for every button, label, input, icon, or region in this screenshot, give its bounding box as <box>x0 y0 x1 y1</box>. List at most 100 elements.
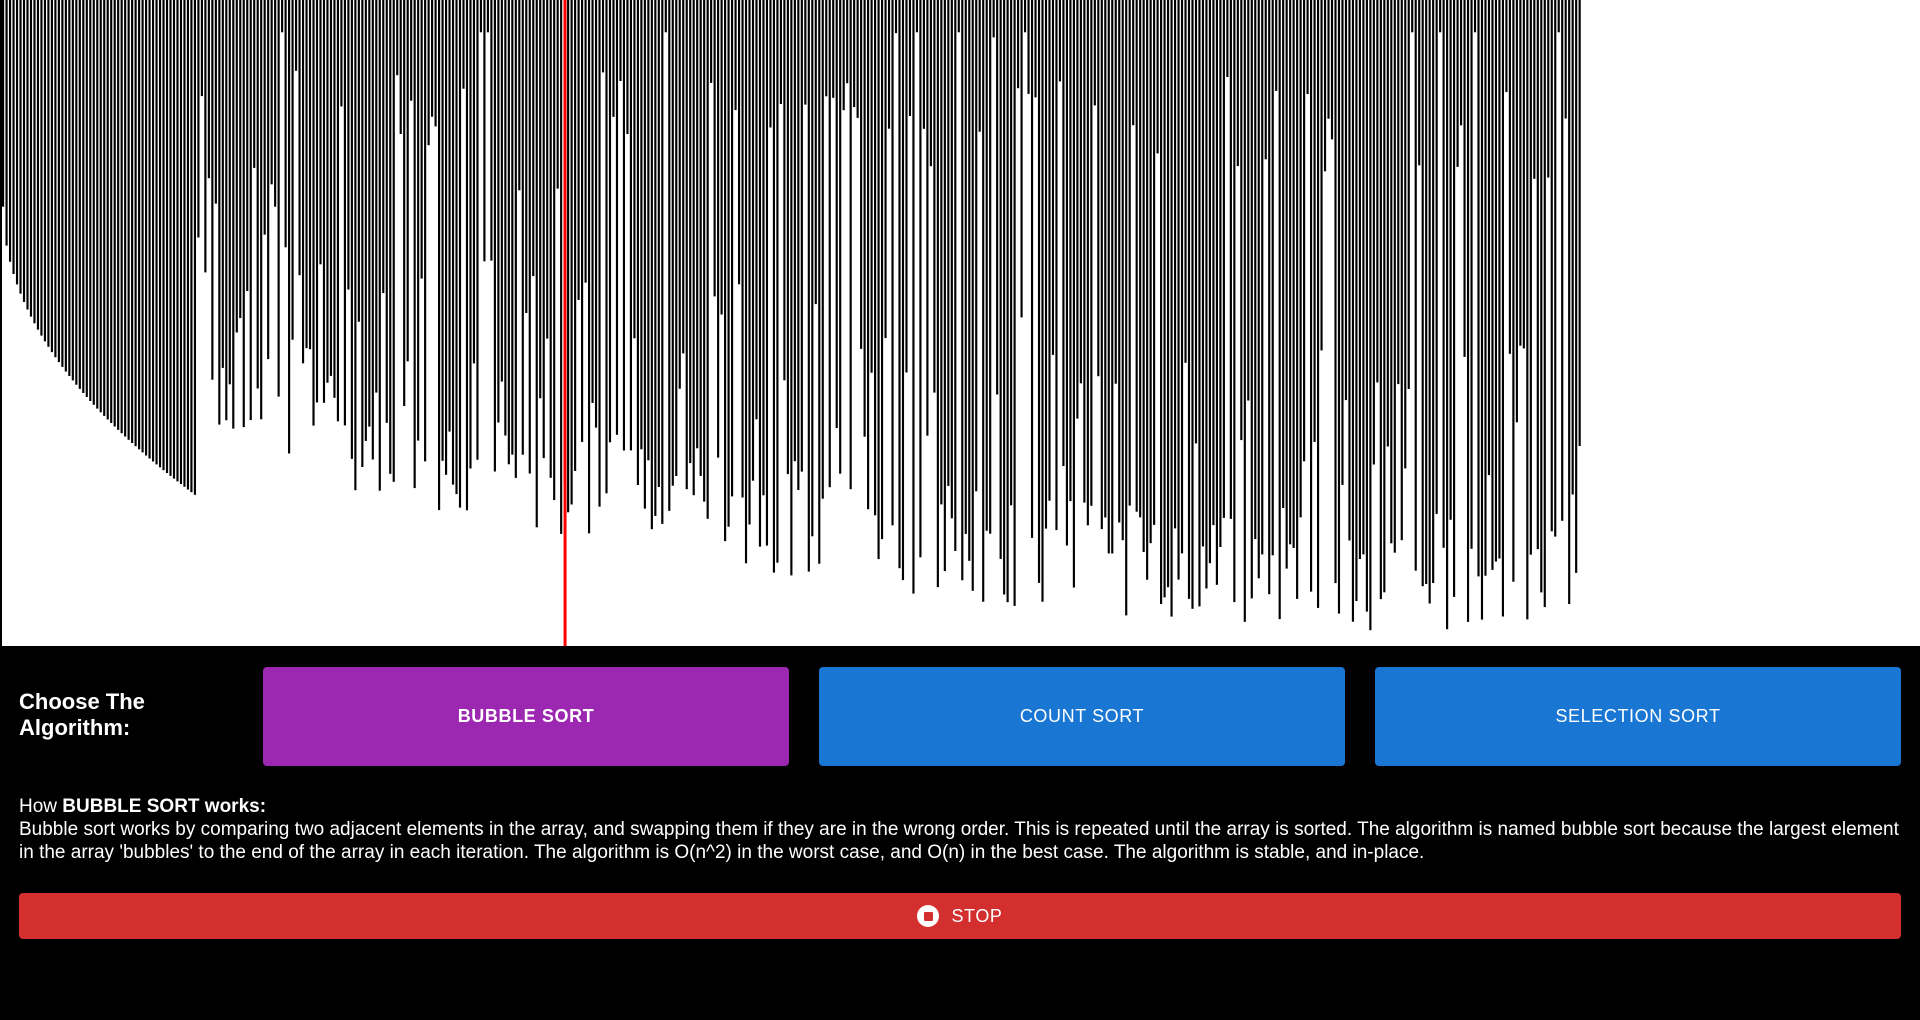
stop-button[interactable]: STOP <box>19 893 1901 939</box>
array-bar <box>741 0 744 498</box>
array-bar <box>424 0 427 462</box>
array-bar <box>1020 0 1023 318</box>
array-bar <box>469 0 472 469</box>
array-bar <box>601 0 605 73</box>
array-bar <box>1044 0 1048 529</box>
array-bar <box>225 0 228 421</box>
array-bar <box>779 0 782 104</box>
array-bar <box>699 0 702 476</box>
array-bar <box>1187 0 1191 599</box>
bubble-sort-button[interactable]: BUBBLE SORT <box>263 667 789 766</box>
array-bar <box>476 0 479 460</box>
array-bar <box>964 0 967 534</box>
array-bar <box>1139 0 1142 518</box>
array-bar <box>553 0 556 501</box>
array-bar <box>427 0 430 146</box>
array-bar <box>539 0 542 399</box>
selection-sort-button[interactable]: SELECTION SORT <box>1375 667 1901 766</box>
array-bar <box>671 0 674 486</box>
array-bar <box>744 0 748 564</box>
array-bar <box>1362 0 1365 555</box>
array-bar <box>472 0 476 364</box>
array-bar <box>1104 0 1107 518</box>
array-bar <box>61 0 64 367</box>
array-bar <box>1023 0 1027 33</box>
array-bar <box>832 0 835 98</box>
array-bar <box>1222 0 1225 518</box>
array-bar <box>333 0 336 398</box>
array-bar <box>587 0 591 534</box>
array-bar <box>315 0 319 403</box>
count-sort-button[interactable]: COUNT SORT <box>819 667 1345 766</box>
array-bar <box>462 0 465 89</box>
array-bar <box>235 0 238 333</box>
array-bar <box>629 0 632 451</box>
array-bar <box>1132 0 1135 126</box>
array-bar <box>458 0 462 508</box>
array-bar <box>1065 0 1068 546</box>
array-bar <box>985 0 988 531</box>
array-bar <box>200 0 203 97</box>
array-bar <box>685 0 688 490</box>
array-bar <box>717 0 720 458</box>
array-bar <box>1208 0 1212 564</box>
array-bar <box>1261 0 1264 555</box>
array-bar <box>769 0 772 128</box>
array-bar <box>1432 0 1435 583</box>
array-bar <box>113 0 116 427</box>
array-bar <box>2 0 5 207</box>
array-bar <box>33 0 36 324</box>
array-bar <box>898 0 901 569</box>
array-bar <box>312 0 315 426</box>
array-bar <box>253 0 256 168</box>
array-bar <box>947 0 950 486</box>
stop-button-label: STOP <box>951 905 1003 926</box>
array-bar <box>1355 0 1358 601</box>
array-bar <box>1411 0 1414 33</box>
array-bar <box>1013 0 1016 606</box>
array-bar <box>399 0 402 134</box>
array-bar <box>710 0 713 83</box>
array-bar <box>221 0 224 368</box>
array-bar <box>1125 0 1128 616</box>
array-bar <box>1093 0 1096 106</box>
array-bar <box>870 0 873 373</box>
array-bar <box>486 0 489 33</box>
array-bar <box>874 0 877 516</box>
array-bar <box>615 0 619 435</box>
array-bar <box>50 0 53 353</box>
array-bar <box>1055 0 1058 531</box>
array-bar <box>1100 0 1103 530</box>
array-bar <box>26 0 29 310</box>
array-bar <box>1313 0 1316 442</box>
array-bar <box>291 0 294 340</box>
array-bar <box>1142 0 1145 552</box>
array-bar <box>431 0 434 117</box>
array-bar <box>1522 0 1525 349</box>
array-bar <box>706 0 709 519</box>
array-bar <box>720 0 723 315</box>
array-bar <box>828 0 831 488</box>
array-bar <box>842 0 845 111</box>
array-bar <box>281 0 284 33</box>
array-bar <box>1550 0 1553 532</box>
array-bar <box>664 0 667 33</box>
array-bar <box>483 0 486 262</box>
array-bar <box>284 0 287 248</box>
description-algorithm-name: BUBBLE SORT works: <box>62 796 267 817</box>
array-bar <box>1512 0 1515 582</box>
array-bar <box>124 0 127 437</box>
array-bar <box>703 0 706 502</box>
array-bar <box>1519 0 1522 346</box>
array-bar <box>1351 0 1355 622</box>
array-bar <box>1233 0 1236 603</box>
array-bar <box>451 0 455 485</box>
array-bar <box>1554 0 1557 537</box>
array-bar <box>1543 0 1546 608</box>
array-bar <box>232 0 235 429</box>
array-bar <box>804 0 807 105</box>
array-bar <box>1425 0 1428 584</box>
array-bar <box>1334 0 1337 584</box>
array-bar <box>1327 0 1330 119</box>
array-bar <box>267 0 270 360</box>
